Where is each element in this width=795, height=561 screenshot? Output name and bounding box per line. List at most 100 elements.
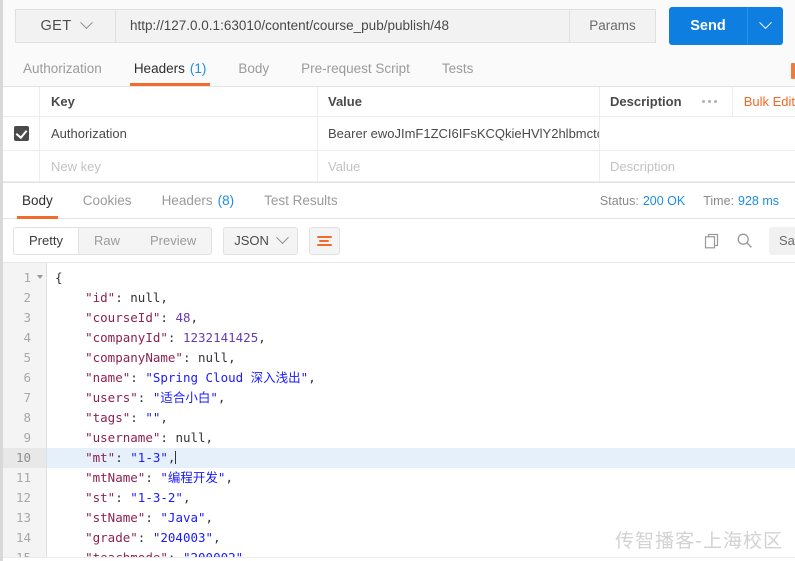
code-line[interactable]: "companyId": 1232141425, <box>47 328 795 348</box>
code-token: null <box>198 350 229 365</box>
code-token: "编程开发" <box>160 470 226 485</box>
code-line[interactable]: "stName": "Java", <box>47 508 795 528</box>
code-token: : <box>115 290 131 305</box>
view-mode-raw[interactable]: Raw <box>79 228 135 254</box>
request-tab-headers[interactable]: Headers (1) <box>118 51 223 86</box>
code-token: : <box>115 490 131 505</box>
new-description-input[interactable]: Description <box>600 151 687 181</box>
code-line[interactable]: "grade": "204003", <box>47 528 795 548</box>
line-number: 13 <box>15 510 31 525</box>
wrap-line <box>319 239 330 242</box>
bulk-edit-button[interactable]: Bulk Edit <box>733 94 795 109</box>
save-response-button[interactable]: Sa <box>769 226 795 255</box>
code-line[interactable]: "id": null, <box>47 288 795 308</box>
headers-table-tools: Bulk Edit <box>687 87 795 116</box>
code-token: "st" <box>85 490 116 505</box>
wrap-lines-button[interactable] <box>308 226 340 255</box>
response-body-code-viewer[interactable]: 1 2 3 4 5 6 7 8 9 10 11 12 13 14 15 { "id": null, "cou… <box>3 262 795 561</box>
view-mode-segmented-control: Pretty Raw Preview <box>13 226 213 255</box>
search-icon[interactable] <box>736 232 753 249</box>
code-line[interactable]: "users": "适合小白", <box>47 388 795 408</box>
code-token: , <box>205 430 214 445</box>
code-line[interactable]: "tags": "", <box>47 408 795 428</box>
code-line[interactable]: "companyName": null, <box>47 348 795 368</box>
request-tab-label: Headers <box>133 61 185 76</box>
send-button[interactable]: Send <box>669 6 747 45</box>
params-button[interactable]: Params <box>570 8 656 43</box>
response-tab-test-results[interactable]: Test Results <box>249 183 353 219</box>
dot <box>713 100 717 103</box>
code-token: , <box>213 530 221 545</box>
wrap-line <box>316 235 332 238</box>
header-key-input[interactable]: Authorization <box>40 117 318 150</box>
line-number: 3 <box>23 310 31 325</box>
new-value-input[interactable]: Value <box>318 151 600 181</box>
code-token: "mt" <box>85 450 116 465</box>
code-token: : <box>130 370 146 385</box>
request-tab-count: (1) <box>189 61 207 76</box>
http-method-selector[interactable]: GET <box>15 8 115 43</box>
new-key-input[interactable]: New key <box>40 151 318 181</box>
line-number: 8 <box>23 410 31 425</box>
code-token: , <box>308 370 316 385</box>
request-tabs: Authorization Headers (1) Body Pre-request S… <box>3 51 795 87</box>
column-header-value: Value <box>318 87 600 116</box>
request-tab-label: Pre-request Script <box>301 61 410 76</box>
code-token: , <box>228 350 236 365</box>
code-line[interactable]: "mtName": "编程开发", <box>47 468 795 488</box>
code-token: "id" <box>85 290 116 305</box>
request-tab-tests[interactable]: Tests <box>426 51 490 86</box>
line-number: 9 <box>23 430 31 445</box>
more-options-icon[interactable] <box>687 87 733 116</box>
code-line[interactable]: "mt": "1-3", <box>47 448 795 468</box>
fold-toggle-icon[interactable] <box>37 275 43 279</box>
cookies-link-partial[interactable] <box>791 63 795 79</box>
code-line[interactable]: "username": null, <box>47 428 795 448</box>
line-number: 4 <box>23 330 31 345</box>
code-token: : <box>145 510 161 525</box>
response-tab-headers[interactable]: Headers (8) <box>147 183 250 219</box>
code-token: "companyId" <box>85 330 168 345</box>
dot <box>707 100 711 103</box>
request-url-input[interactable]: http://127.0.0.1:63010/content/course_pu… <box>115 8 570 43</box>
code-line[interactable]: "courseId": 48, <box>47 308 795 328</box>
send-group: Send <box>669 6 783 45</box>
line-number: 7 <box>23 390 31 405</box>
code-token: null <box>175 430 206 445</box>
table-row[interactable]: Authorization Bearer ewoJImF1ZCI6IFsKCQk… <box>3 117 795 151</box>
header-description-input[interactable] <box>600 117 687 150</box>
send-options-button[interactable] <box>747 6 783 45</box>
view-mode-preview[interactable]: Preview <box>135 228 211 254</box>
time-readout: Time: 928 ms <box>703 194 779 208</box>
response-body-toolbar: Pretty Raw Preview JSON Sa <box>3 219 795 262</box>
header-value-input[interactable]: Bearer ewoJImF1ZCI6IFsKCQkieHVlY2hlbmctc… <box>318 117 600 150</box>
new-header-row[interactable]: New key Value Description <box>3 151 795 182</box>
response-tab-body[interactable]: Body <box>7 183 68 219</box>
status-readout: Status: 200 OK <box>600 194 685 208</box>
request-tab-pre-request-script[interactable]: Pre-request Script <box>285 51 426 86</box>
request-tab-authorization[interactable]: Authorization <box>7 51 118 86</box>
request-tab-body[interactable]: Body <box>222 51 285 86</box>
code-token: "适合小白" <box>152 390 218 405</box>
copy-icon[interactable] <box>704 233 720 249</box>
row-checkbox[interactable] <box>13 126 29 141</box>
response-format-select[interactable]: JSON <box>223 226 298 255</box>
response-format-label: JSON <box>234 233 269 248</box>
response-tab-label: Headers <box>161 193 213 208</box>
column-header-description: Description <box>610 94 682 109</box>
line-number: 6 <box>23 370 31 385</box>
code-line[interactable]: "name": "Spring Cloud 深入浅出", <box>47 368 795 388</box>
postman-window: GET http://127.0.0.1:63010/content/cours… <box>0 0 795 561</box>
code-token: "" <box>145 410 161 425</box>
code-line[interactable]: "st": "1-3-2", <box>47 488 795 508</box>
code-line[interactable]: { <box>47 268 795 288</box>
code-token: : <box>130 410 146 425</box>
code-lines[interactable]: { "id": null, "courseId": 48, "companyId… <box>47 263 795 561</box>
view-mode-pretty[interactable]: Pretty <box>14 227 79 254</box>
request-url-bar: GET http://127.0.0.1:63010/content/cours… <box>3 0 795 51</box>
response-tab-cookies[interactable]: Cookies <box>68 183 147 219</box>
new-row-tools <box>687 151 795 181</box>
